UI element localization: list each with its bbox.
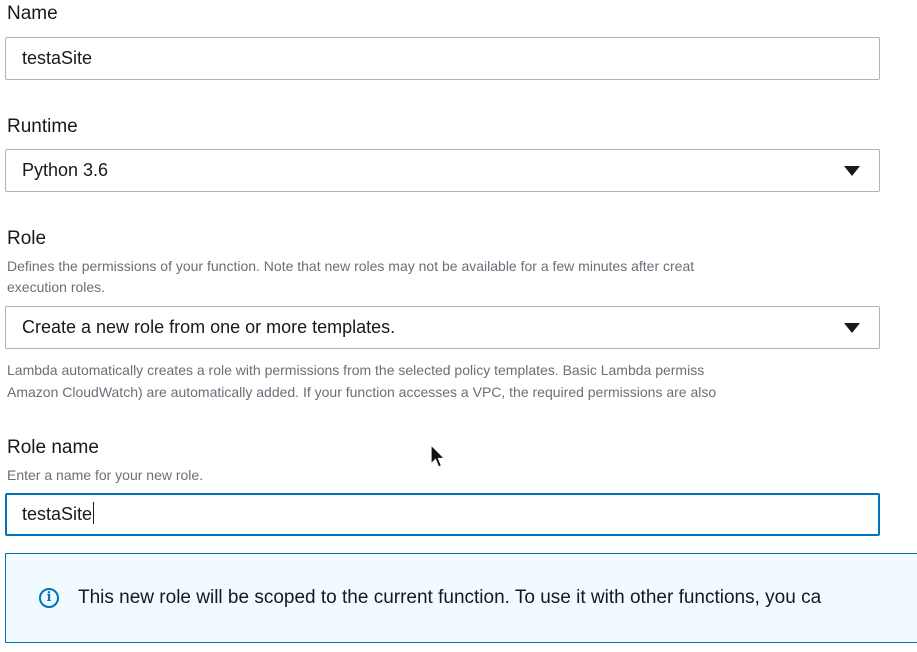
role-name-input-value: testaSite (22, 504, 93, 524)
text-caret (93, 502, 95, 525)
role-select-value: Create a new role from one or more templ… (22, 317, 396, 337)
runtime-select[interactable]: Python 3.6 (5, 149, 880, 192)
runtime-label: Runtime (7, 116, 78, 137)
dropdown-arrow-icon (844, 166, 860, 176)
name-label: Name (7, 3, 58, 24)
role-name-input[interactable]: testaSite (5, 493, 880, 536)
runtime-select-value: Python 3.6 (22, 160, 109, 180)
role-help-line2: Amazon CloudWatch) are automatically add… (7, 384, 717, 400)
role-name-label: Role name (7, 437, 99, 458)
info-alert: i This new role will be scoped to the cu… (5, 553, 917, 643)
role-description-line1: Defines the permissions of your function… (7, 258, 695, 274)
info-alert-text: This new role will be scoped to the curr… (78, 587, 822, 608)
role-select[interactable]: Create a new role from one or more templ… (5, 306, 880, 349)
info-icon: i (39, 588, 59, 608)
name-input[interactable]: testaSite (5, 37, 880, 80)
dropdown-arrow-icon (844, 323, 860, 333)
name-input-value: testaSite (22, 48, 93, 68)
role-label: Role (7, 228, 47, 249)
role-description-line2: execution roles. (7, 279, 106, 295)
role-name-description: Enter a name for your new role. (7, 467, 204, 483)
role-help-line1: Lambda automatically creates a role with… (7, 362, 705, 378)
mouse-pointer-icon (430, 444, 446, 468)
